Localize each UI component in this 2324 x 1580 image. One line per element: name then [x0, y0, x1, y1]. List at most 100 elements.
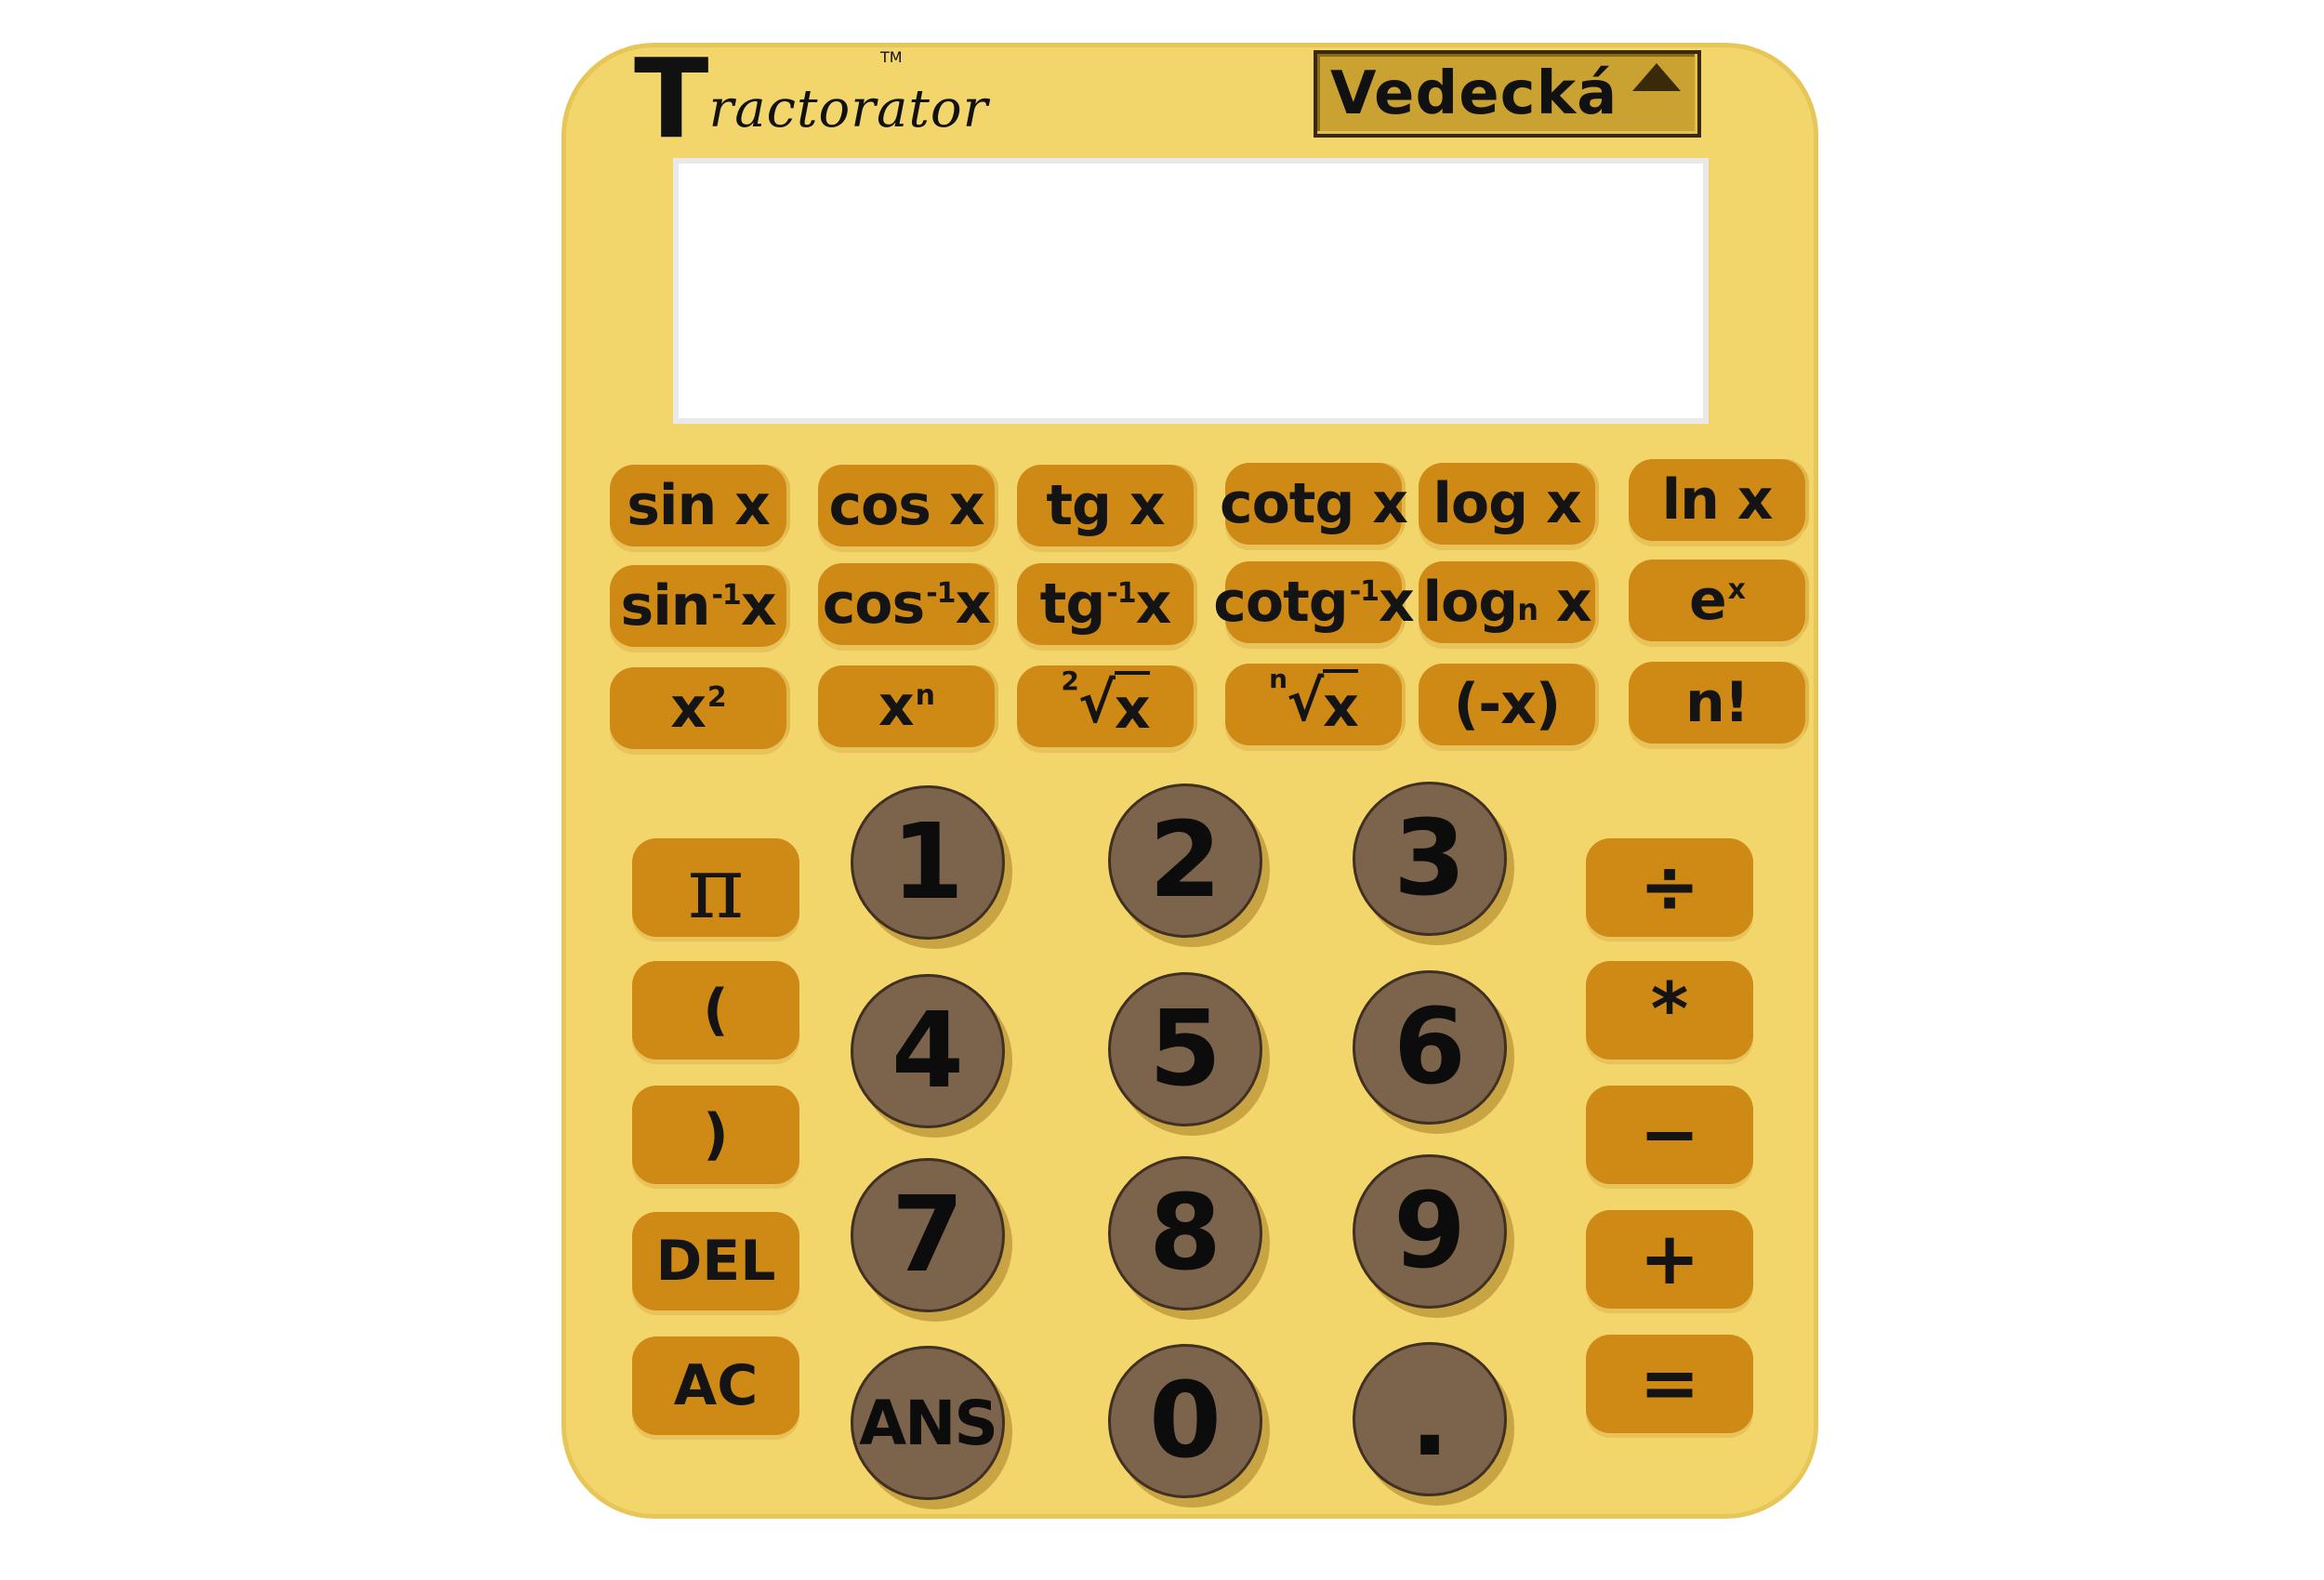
multiply-icon: * [1650, 968, 1689, 1052]
minus-icon: − [1639, 1093, 1700, 1177]
answer-key[interactable]: ANS [851, 1346, 1005, 1500]
digit-9-key[interactable]: 9 [1353, 1154, 1507, 1309]
log-key-label: log x [1433, 471, 1581, 536]
nth-root-symbol: n √ x [1269, 664, 1359, 740]
brand-logo-text: ractorator [708, 79, 989, 139]
all-clear-key-label: AC [673, 1353, 759, 1418]
arcsin-key-exponent: -1 [711, 578, 741, 612]
sin-key[interactable]: sin x [610, 465, 786, 546]
power-key-exponent: n [915, 678, 935, 712]
divide-icon: ÷ [1639, 846, 1700, 929]
digit-4-key[interactable]: 4 [851, 974, 1005, 1128]
square-root-symbol: 2 √ x [1061, 665, 1151, 742]
arccotg-key[interactable]: cotg -1 x [1213, 561, 1415, 643]
mode-label: Vedecká [1330, 59, 1618, 128]
digit-7-key[interactable]: 7 [851, 1158, 1005, 1312]
close-paren-key-label: ) [703, 1102, 729, 1167]
answer-key-label: ANS [859, 1387, 998, 1459]
arctg-key-base: tg [1039, 572, 1106, 637]
square-key-base: x [670, 676, 706, 741]
equals-key[interactable]: = [1586, 1335, 1753, 1433]
all-clear-key[interactable]: AC [632, 1336, 799, 1435]
digit-6-key[interactable]: 6 [1353, 970, 1507, 1125]
square-root-index: 2 [1061, 665, 1079, 696]
digit-4-label: 4 [891, 991, 964, 1112]
brand-logo-initial: T [634, 34, 709, 163]
nth-root-index: n [1269, 664, 1287, 694]
nth-root-key[interactable]: n √ x [1225, 664, 1402, 745]
digit-1-label: 1 [891, 802, 964, 923]
log-base-n-key-base: log [1422, 570, 1518, 635]
arcsin-key-base: sin [620, 573, 710, 639]
log-base-n-key-var: x [1555, 570, 1592, 635]
trademark-mark: TM [880, 48, 903, 66]
digit-0-label: 0 [1149, 1361, 1221, 1481]
factorial-key[interactable]: n! [1629, 662, 1805, 744]
equals-icon: = [1639, 1342, 1700, 1426]
digit-6-label: 6 [1393, 987, 1466, 1108]
cotg-key[interactable]: cotg x [1220, 463, 1408, 545]
plus-icon: + [1639, 1218, 1700, 1301]
radical-icon: √ [1077, 671, 1116, 736]
arcsin-key-var: x [740, 573, 777, 639]
arccotg-key-base: cotg [1213, 570, 1348, 635]
open-paren-key-label: ( [703, 978, 729, 1043]
minus-key[interactable]: − [1586, 1086, 1753, 1184]
arccos-key-var: x [955, 572, 992, 637]
digit-0-key[interactable]: 0 [1108, 1344, 1262, 1498]
pi-key-label: π [687, 837, 745, 938]
arctg-key-exponent: -1 [1106, 576, 1136, 610]
digit-8-key[interactable]: 8 [1108, 1156, 1262, 1310]
digit-3-key[interactable]: 3 [1353, 782, 1507, 936]
divide-key[interactable]: ÷ [1586, 838, 1753, 937]
ln-key[interactable]: ln x [1629, 459, 1805, 541]
arccos-key[interactable]: cos -1 x [818, 563, 995, 645]
open-paren-key[interactable]: ( [632, 961, 799, 1060]
power-key-base: x [878, 674, 915, 739]
square-key-exponent: 2 [706, 680, 727, 714]
arccos-key-exponent: -1 [926, 576, 956, 610]
square-root-key[interactable]: 2 √ x [1017, 665, 1194, 747]
digit-2-key[interactable]: 2 [1108, 783, 1262, 938]
triangle-up-icon [1632, 63, 1681, 91]
arccotg-key-var: x [1379, 570, 1415, 635]
digit-3-label: 3 [1393, 798, 1466, 919]
log-key[interactable]: log x [1419, 463, 1595, 545]
decimal-point-label: . [1409, 1359, 1450, 1480]
exp-key-exponent: x [1727, 573, 1746, 606]
factorial-key-label: n! [1684, 670, 1750, 735]
delete-key-label: DEL [655, 1229, 776, 1294]
negate-key[interactable]: (-x) [1419, 664, 1595, 745]
tg-key-label: tg x [1046, 473, 1165, 538]
mode-toggle-button[interactable]: Vedecká [1314, 50, 1701, 138]
square-key[interactable]: x2 [610, 667, 786, 749]
power-key[interactable]: xn [818, 665, 995, 747]
digit-9-label: 9 [1393, 1171, 1466, 1292]
digit-1-key[interactable]: 1 [851, 785, 1005, 940]
nth-root-radicand: x [1323, 669, 1359, 740]
multiply-key[interactable]: * [1586, 961, 1753, 1060]
decimal-point-key[interactable]: . [1353, 1342, 1507, 1496]
brand-logo: T ractorator TM [634, 34, 989, 163]
radical-icon: √ [1287, 669, 1324, 734]
exp-key[interactable]: ex [1629, 560, 1805, 641]
cos-key[interactable]: cos x [818, 465, 995, 546]
cos-key-label: cos x [828, 473, 984, 538]
close-paren-key[interactable]: ) [632, 1086, 799, 1184]
arctg-key-var: x [1135, 572, 1172, 637]
digit-2-label: 2 [1149, 800, 1221, 921]
exp-key-base: e [1688, 568, 1727, 633]
square-root-radicand: x [1114, 671, 1151, 742]
arcsin-key[interactable]: sin -1 x [610, 565, 786, 647]
negate-key-label: (-x) [1453, 672, 1561, 737]
log-base-n-key[interactable]: log n x [1419, 561, 1595, 643]
pi-key[interactable]: π [632, 837, 799, 938]
ln-key-label: ln x [1661, 467, 1774, 533]
log-base-n-key-subscript: n [1517, 592, 1538, 627]
plus-key[interactable]: + [1586, 1210, 1753, 1309]
tg-key[interactable]: tg x [1017, 465, 1194, 546]
digit-5-key[interactable]: 5 [1108, 972, 1262, 1126]
delete-key[interactable]: DEL [632, 1212, 799, 1310]
cotg-key-label: cotg x [1220, 471, 1408, 536]
arctg-key[interactable]: tg -1 x [1017, 563, 1194, 645]
